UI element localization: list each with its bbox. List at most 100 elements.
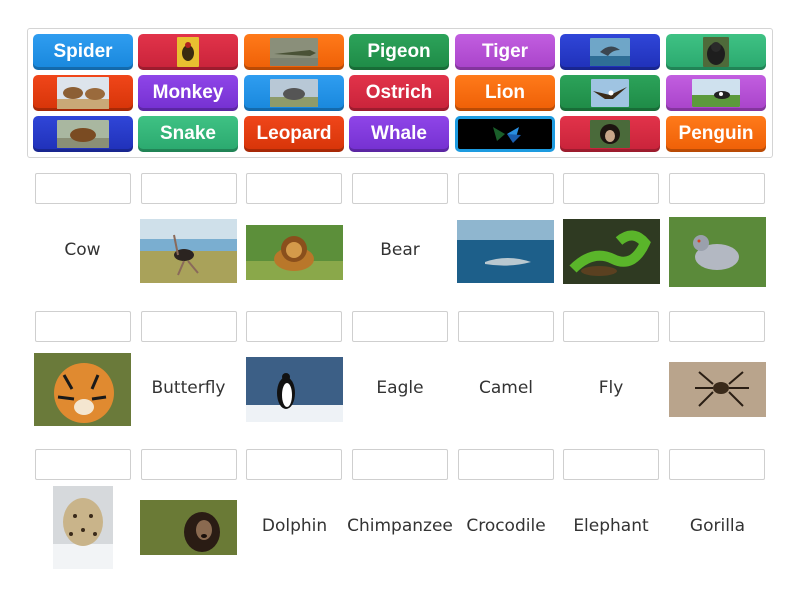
whale-photo [457,220,554,283]
target-crocodile: Crocodile [456,491,556,561]
tile-label: Penguin [678,123,754,144]
pigeon-photo [669,217,766,287]
drop-slot[interactable] [669,449,765,480]
target-chimpanzee: Chimpanzee [347,491,453,561]
target-label: Gorilla [689,516,746,536]
tile-penguin[interactable]: Penguin [666,116,766,152]
tile-bear-image[interactable] [33,116,133,152]
drop-slot[interactable] [563,311,659,342]
bear-thumbnail [57,120,109,148]
tile-chimpanzee-image[interactable] [560,116,660,152]
cow-thumbnail [692,79,740,107]
answer-bank: Spider Pigeon Tiger Monkey Ostrich Lion [27,28,773,158]
target-snake-photo [563,219,660,284]
target-pigeon-photo [669,217,766,287]
drop-slot[interactable] [458,173,554,204]
tile-butterfly-image[interactable] [455,116,555,152]
tile-spider[interactable]: Spider [33,34,133,70]
target-label: Cow [64,240,101,260]
target-label: Chimpanzee [347,516,453,536]
tile-label: Lion [484,82,526,103]
gorilla-thumbnail [703,37,729,67]
target-bear: Bear [352,216,448,284]
target-dolphin: Dolphin [246,491,343,561]
tile-elephant-image[interactable] [244,75,344,111]
fly-thumbnail [177,37,199,67]
drop-slot[interactable] [246,311,342,342]
tile-lion[interactable]: Lion [455,75,555,111]
camel-thumbnail [57,77,109,109]
drop-slot[interactable] [35,173,131,204]
target-camel: Camel [458,353,554,423]
drop-slot[interactable] [669,173,765,204]
drop-slot[interactable] [352,173,448,204]
target-gorilla: Gorilla [669,491,766,561]
eagle-thumbnail [591,79,629,107]
drop-slot[interactable] [458,311,554,342]
tile-monkey[interactable]: Monkey [138,75,238,111]
crocodile-thumbnail [270,38,318,66]
drop-slot[interactable] [141,449,237,480]
tiger-photo [34,353,131,426]
tile-pigeon[interactable]: Pigeon [349,34,449,70]
tile-fly-image[interactable] [138,34,238,70]
target-elephant: Elephant [561,491,661,561]
butterfly-thumbnail [475,121,535,147]
tile-eagle-image[interactable] [560,75,660,111]
drop-slot[interactable] [352,449,448,480]
drop-slot[interactable] [35,449,131,480]
target-label: Dolphin [261,516,328,536]
target-eagle: Eagle [352,353,448,423]
tile-camel-image[interactable] [33,75,133,111]
target-label: Bear [380,240,420,260]
tile-label: Ostrich [365,82,433,103]
tile-label: Monkey [152,82,224,103]
tile-label: Tiger [481,41,529,62]
snake-photo [563,219,660,284]
drop-slot[interactable] [563,449,659,480]
leopard-photo [53,486,113,569]
target-label: Crocodile [466,516,546,536]
drop-slot[interactable] [35,311,131,342]
drop-slot[interactable] [352,311,448,342]
tile-label: Spider [53,41,113,62]
tile-cow-image[interactable] [666,75,766,111]
tile-ostrich[interactable]: Ostrich [349,75,449,111]
target-label: Fly [598,378,624,398]
target-label: Butterfly [151,378,226,398]
tile-whale[interactable]: Whale [349,116,449,152]
target-label: Eagle [376,378,424,398]
chimpanzee-thumbnail [590,120,630,148]
drop-slot[interactable] [563,173,659,204]
tile-label: Leopard [256,123,332,144]
drop-slot[interactable] [669,311,765,342]
target-tiger-photo [34,353,131,426]
drop-slot[interactable] [141,173,237,204]
tile-label: Snake [160,123,216,144]
target-lion-photo [246,225,343,280]
drop-slot[interactable] [458,449,554,480]
target-whale-photo [457,220,554,283]
drop-slot[interactable] [141,311,237,342]
target-ostrich-photo [140,219,237,283]
tile-gorilla-image[interactable] [666,34,766,70]
tile-crocodile-image[interactable] [244,34,344,70]
ostrich-photo [140,219,237,283]
dolphin-thumbnail [590,38,630,66]
tile-dolphin-image[interactable] [560,34,660,70]
target-monkey-photo [140,500,237,555]
target-label: Camel [478,378,534,398]
target-butterfly: Butterfly [140,353,237,423]
target-cow: Cow [34,216,131,284]
tile-leopard[interactable]: Leopard [244,116,344,152]
target-fly: Fly [563,353,659,423]
tile-tiger[interactable]: Tiger [455,34,555,70]
target-leopard-photo [53,486,113,569]
penguin-photo [246,357,343,422]
spider-photo [669,362,766,417]
drop-slot[interactable] [246,173,342,204]
tile-snake[interactable]: Snake [138,116,238,152]
target-label: Elephant [573,516,649,536]
tile-label: Pigeon [367,41,431,62]
drop-slot[interactable] [246,449,342,480]
